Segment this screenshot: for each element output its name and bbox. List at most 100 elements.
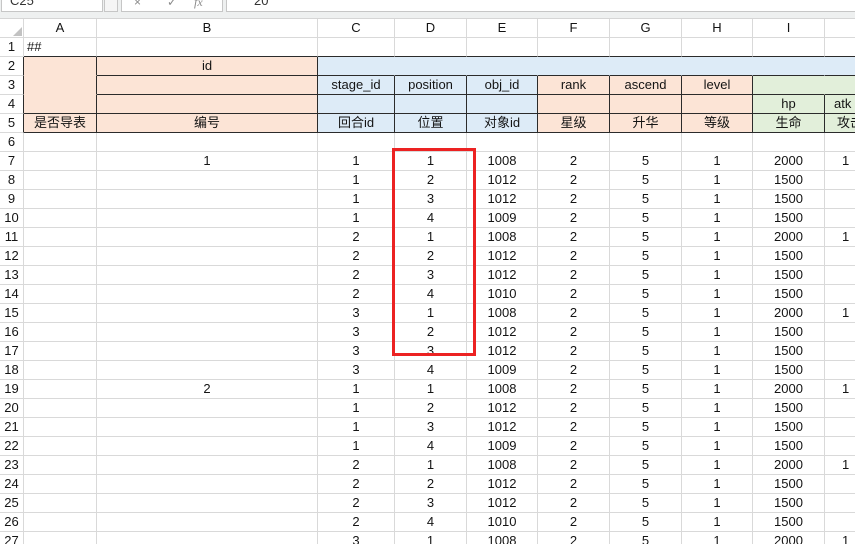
cell-I13[interactable]: 1500 bbox=[753, 266, 825, 285]
cell-F16[interactable]: 2 bbox=[538, 323, 610, 342]
cell-B10[interactable] bbox=[97, 209, 318, 228]
cell-H7[interactable]: 1 bbox=[682, 152, 753, 171]
cell-D8[interactable]: 2 bbox=[395, 171, 467, 190]
cell-G18[interactable]: 5 bbox=[610, 361, 682, 380]
cell-E7[interactable]: 1008 bbox=[467, 152, 538, 171]
cell-D25[interactable]: 3 bbox=[395, 494, 467, 513]
cell-B13[interactable] bbox=[97, 266, 318, 285]
cell-H25[interactable]: 1 bbox=[682, 494, 753, 513]
cell-J13[interactable] bbox=[825, 266, 855, 285]
cell-J21[interactable] bbox=[825, 418, 855, 437]
row-header-26[interactable]: 26 bbox=[0, 513, 24, 532]
cell-H2[interactable] bbox=[682, 57, 753, 76]
cell-F26[interactable]: 2 bbox=[538, 513, 610, 532]
cell-G20[interactable]: 5 bbox=[610, 399, 682, 418]
cell-I17[interactable]: 1500 bbox=[753, 342, 825, 361]
cell-B8[interactable] bbox=[97, 171, 318, 190]
cell-G17[interactable]: 5 bbox=[610, 342, 682, 361]
cell-E18[interactable]: 1009 bbox=[467, 361, 538, 380]
cell-H12[interactable]: 1 bbox=[682, 247, 753, 266]
cell-I16[interactable]: 1500 bbox=[753, 323, 825, 342]
name-box[interactable]: C25 bbox=[1, 0, 103, 12]
cell-G7[interactable]: 5 bbox=[610, 152, 682, 171]
cell-A25[interactable] bbox=[24, 494, 97, 513]
cell-I3[interactable] bbox=[753, 76, 825, 95]
cell-J6[interactable] bbox=[825, 133, 855, 152]
cell-A5[interactable]: 是否导表 bbox=[24, 114, 97, 133]
cell-G19[interactable]: 5 bbox=[610, 380, 682, 399]
cell-D15[interactable]: 1 bbox=[395, 304, 467, 323]
select-all-corner[interactable] bbox=[0, 19, 24, 38]
cell-J20[interactable] bbox=[825, 399, 855, 418]
cell-H14[interactable]: 1 bbox=[682, 285, 753, 304]
row-header-7[interactable]: 7 bbox=[0, 152, 24, 171]
row-header-3[interactable]: 3 bbox=[0, 76, 24, 95]
cell-B4[interactable] bbox=[97, 95, 318, 114]
cell-A16[interactable] bbox=[24, 323, 97, 342]
cell-H6[interactable] bbox=[682, 133, 753, 152]
row-header-23[interactable]: 23 bbox=[0, 456, 24, 475]
cell-G8[interactable]: 5 bbox=[610, 171, 682, 190]
cell-A19[interactable] bbox=[24, 380, 97, 399]
cell-B16[interactable] bbox=[97, 323, 318, 342]
cell-H18[interactable]: 1 bbox=[682, 361, 753, 380]
cell-I19[interactable]: 2000 bbox=[753, 380, 825, 399]
cell-I20[interactable]: 1500 bbox=[753, 399, 825, 418]
cell-A20[interactable] bbox=[24, 399, 97, 418]
row-header-15[interactable]: 15 bbox=[0, 304, 24, 323]
cell-B12[interactable] bbox=[97, 247, 318, 266]
cell-G23[interactable]: 5 bbox=[610, 456, 682, 475]
cell-A7[interactable] bbox=[24, 152, 97, 171]
cell-E14[interactable]: 1010 bbox=[467, 285, 538, 304]
cell-I4[interactable]: hp bbox=[753, 95, 825, 114]
cell-C3[interactable]: stage_id bbox=[318, 76, 395, 95]
cell-J8[interactable] bbox=[825, 171, 855, 190]
cell-D20[interactable]: 2 bbox=[395, 399, 467, 418]
cell-F7[interactable]: 2 bbox=[538, 152, 610, 171]
cell-B14[interactable] bbox=[97, 285, 318, 304]
cell-G14[interactable]: 5 bbox=[610, 285, 682, 304]
cell-A11[interactable] bbox=[24, 228, 97, 247]
cell-A22[interactable] bbox=[24, 437, 97, 456]
cell-G24[interactable]: 5 bbox=[610, 475, 682, 494]
cell-C20[interactable]: 1 bbox=[318, 399, 395, 418]
cell-A24[interactable] bbox=[24, 475, 97, 494]
cell-I8[interactable]: 1500 bbox=[753, 171, 825, 190]
cell-F27[interactable]: 2 bbox=[538, 532, 610, 544]
cell-F2[interactable] bbox=[538, 57, 610, 76]
cell-E17[interactable]: 1012 bbox=[467, 342, 538, 361]
row-header-4[interactable]: 4 bbox=[0, 95, 24, 114]
cell-H1[interactable] bbox=[682, 38, 753, 57]
cell-B5[interactable]: 编号 bbox=[97, 114, 318, 133]
cell-A8[interactable] bbox=[24, 171, 97, 190]
cell-J15[interactable]: 1 bbox=[825, 304, 855, 323]
cell-E15[interactable]: 1008 bbox=[467, 304, 538, 323]
formula-input[interactable]: 20 bbox=[226, 0, 855, 12]
cell-F6[interactable] bbox=[538, 133, 610, 152]
cell-B11[interactable] bbox=[97, 228, 318, 247]
cell-B3[interactable] bbox=[97, 76, 318, 95]
cell-G2[interactable] bbox=[610, 57, 682, 76]
cell-E3[interactable]: obj_id bbox=[467, 76, 538, 95]
cancel-icon[interactable]: × bbox=[134, 0, 141, 8]
cell-E4[interactable] bbox=[467, 95, 538, 114]
cell-H19[interactable]: 1 bbox=[682, 380, 753, 399]
cell-D6[interactable] bbox=[395, 133, 467, 152]
cell-I11[interactable]: 2000 bbox=[753, 228, 825, 247]
row-header-11[interactable]: 11 bbox=[0, 228, 24, 247]
cell-C16[interactable]: 3 bbox=[318, 323, 395, 342]
cell-I18[interactable]: 1500 bbox=[753, 361, 825, 380]
cell-G9[interactable]: 5 bbox=[610, 190, 682, 209]
cell-B1[interactable] bbox=[97, 38, 318, 57]
cell-F19[interactable]: 2 bbox=[538, 380, 610, 399]
cell-D1[interactable] bbox=[395, 38, 467, 57]
cell-I2[interactable] bbox=[753, 57, 825, 76]
cell-E12[interactable]: 1012 bbox=[467, 247, 538, 266]
cell-E16[interactable]: 1012 bbox=[467, 323, 538, 342]
cell-E10[interactable]: 1009 bbox=[467, 209, 538, 228]
cell-C9[interactable]: 1 bbox=[318, 190, 395, 209]
row-header-1[interactable]: 1 bbox=[0, 38, 24, 57]
cell-A4[interactable] bbox=[24, 95, 97, 114]
cell-D3[interactable]: position bbox=[395, 76, 467, 95]
cell-I15[interactable]: 2000 bbox=[753, 304, 825, 323]
